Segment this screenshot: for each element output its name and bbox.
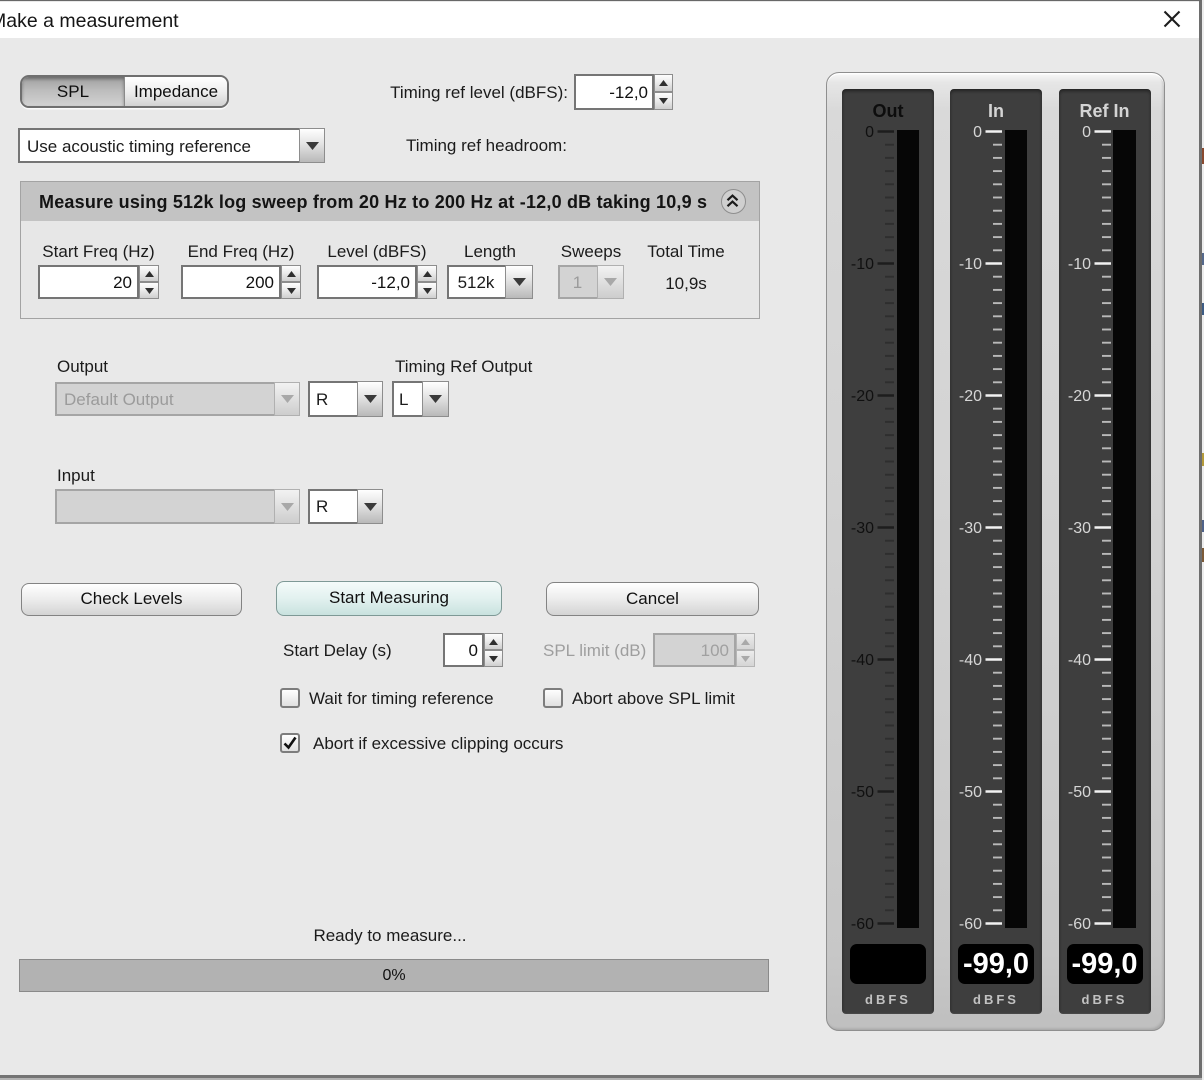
svg-text:-40: -40	[851, 652, 874, 669]
svg-text:-50: -50	[959, 784, 982, 801]
svg-text:-10: -10	[851, 256, 874, 273]
svg-text:-60: -60	[1067, 916, 1090, 933]
svg-text:-50: -50	[851, 784, 874, 801]
svg-text:-20: -20	[959, 388, 982, 405]
svg-text:-60: -60	[959, 916, 982, 933]
svg-text:-20: -20	[1067, 388, 1090, 405]
svg-text:-10: -10	[1067, 256, 1090, 273]
svg-text:-20: -20	[851, 388, 874, 405]
svg-text:0: 0	[865, 124, 874, 141]
svg-text:-10: -10	[959, 256, 982, 273]
svg-text:-50: -50	[1067, 784, 1090, 801]
svg-text:-30: -30	[1067, 520, 1090, 537]
svg-text:-40: -40	[959, 652, 982, 669]
svg-text:-30: -30	[851, 520, 874, 537]
svg-text:-60: -60	[851, 916, 874, 933]
svg-text:-30: -30	[959, 520, 982, 537]
svg-text:0: 0	[1082, 124, 1091, 141]
svg-text:-40: -40	[1067, 652, 1090, 669]
svg-text:0: 0	[973, 124, 982, 141]
